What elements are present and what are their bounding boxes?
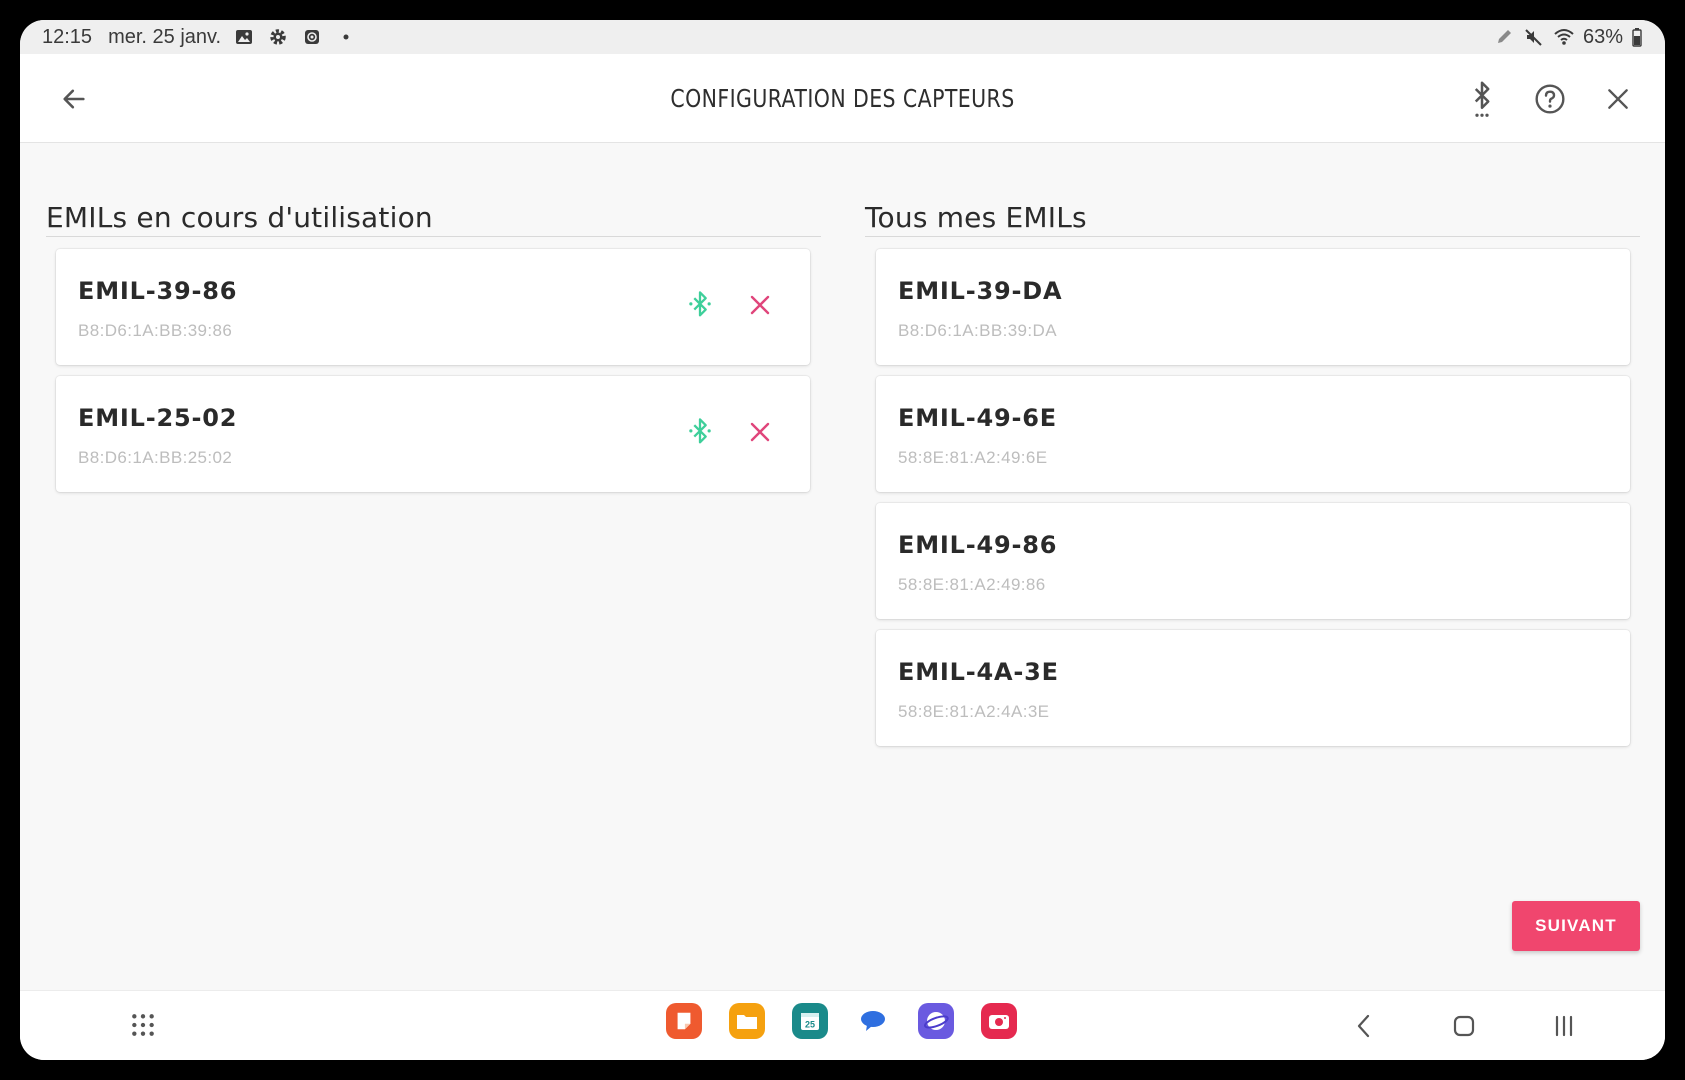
sensor-mac-address: 58:8E:81:A2:49:6E bbox=[898, 448, 1048, 467]
remove-x-icon bbox=[750, 422, 770, 442]
nav-recents-button[interactable] bbox=[1545, 1007, 1583, 1045]
arrow-left-icon bbox=[63, 89, 85, 109]
notes-app-icon[interactable] bbox=[666, 1003, 702, 1039]
in-use-item[interactable]: EMIL-25-02 B8:D6:1A:BB:25:02 bbox=[56, 376, 810, 492]
sensor-name: EMIL-4A-3E bbox=[898, 658, 1059, 686]
in-use-section-divider bbox=[46, 236, 821, 237]
app-dock: 25 bbox=[666, 1003, 1017, 1039]
next-button[interactable]: SUIVANT bbox=[1512, 901, 1640, 951]
remove-sensor-button[interactable] bbox=[742, 287, 778, 323]
more-notifications-dot-icon bbox=[335, 26, 357, 48]
sensor-name: EMIL-25-02 bbox=[78, 404, 238, 432]
apps-grid-icon bbox=[132, 1014, 154, 1036]
files-app-icon[interactable] bbox=[729, 1003, 765, 1039]
wifi-icon bbox=[1553, 26, 1575, 48]
battery-level: 63% bbox=[1582, 25, 1623, 48]
app-drawer-button[interactable] bbox=[125, 1007, 161, 1043]
bluetooth-connected-button[interactable] bbox=[682, 414, 718, 450]
bluetooth-searching-icon bbox=[1474, 81, 1490, 117]
bluetooth-scan-button[interactable] bbox=[1459, 76, 1505, 122]
internet-browser-app-icon[interactable] bbox=[918, 1003, 954, 1039]
nav-home-button[interactable] bbox=[1445, 1007, 1483, 1045]
home-square-icon bbox=[1453, 1015, 1475, 1037]
close-icon bbox=[1608, 89, 1628, 109]
sensor-mac-address: 58:8E:81:A2:49:86 bbox=[898, 575, 1046, 594]
messages-app-icon[interactable] bbox=[855, 1003, 891, 1039]
sensor-list-item[interactable]: EMIL-4A-3E 58:8E:81:A2:4A:3E bbox=[876, 630, 1630, 746]
sensor-mac-address: B8:D6:1A:BB:25:02 bbox=[78, 448, 233, 467]
battery-icon bbox=[1631, 26, 1643, 48]
calendar-day-label: 25 bbox=[805, 1020, 815, 1030]
status-time: 12:15 bbox=[42, 25, 93, 48]
recents-icon bbox=[1555, 1015, 1573, 1037]
sensor-mac-address: B8:D6:1A:BB:39:DA bbox=[898, 321, 1057, 340]
page-title: CONFIGURATION DES CAPTEURS bbox=[670, 84, 1015, 113]
sensor-name: EMIL-39-86 bbox=[78, 277, 238, 305]
app-bar: CONFIGURATION DES CAPTEURS bbox=[20, 54, 1665, 143]
remove-sensor-button[interactable] bbox=[742, 414, 778, 450]
mute-icon bbox=[1523, 26, 1545, 48]
sensor-mac-address: B8:D6:1A:BB:39:86 bbox=[78, 321, 233, 340]
all-sensors-section-divider bbox=[865, 236, 1640, 237]
bluetooth-connected-button[interactable] bbox=[682, 287, 718, 323]
sensor-list-item[interactable]: EMIL-39-DA B8:D6:1A:BB:39:DA bbox=[876, 249, 1630, 365]
pen-icon bbox=[1493, 26, 1515, 48]
nav-back-button[interactable] bbox=[1345, 1007, 1383, 1045]
help-circle-icon bbox=[1535, 84, 1565, 114]
screen: 12:15 mer. 25 janv. 63% CONFIGURATION DE… bbox=[20, 20, 1665, 1060]
camera-app-icon[interactable] bbox=[981, 1003, 1017, 1039]
settings-notification-icon bbox=[267, 26, 289, 48]
in-use-item[interactable]: EMIL-39-86 B8:D6:1A:BB:39:86 bbox=[56, 249, 810, 365]
in-use-section-title: EMILs en cours d'utilisation bbox=[46, 201, 433, 234]
bluetooth-connected-icon bbox=[689, 291, 711, 317]
close-button[interactable] bbox=[1595, 76, 1641, 122]
all-sensors-section-title: Tous mes EMILs bbox=[865, 201, 1087, 234]
help-button[interactable] bbox=[1527, 76, 1573, 122]
status-date: mer. 25 janv. bbox=[108, 25, 222, 48]
device-frame: 12:15 mer. 25 janv. 63% CONFIGURATION DE… bbox=[0, 0, 1685, 1080]
system-navigation-bar: 25 bbox=[20, 990, 1665, 1060]
sensor-name: EMIL-49-6E bbox=[898, 404, 1057, 432]
screen-recorder-notification-icon bbox=[301, 26, 323, 48]
remove-x-icon bbox=[750, 295, 770, 315]
calendar-app-icon[interactable]: 25 bbox=[792, 1003, 828, 1039]
sensor-list-item[interactable]: EMIL-49-6E 58:8E:81:A2:49:6E bbox=[876, 376, 1630, 492]
chevron-left-icon bbox=[1357, 1014, 1370, 1038]
sensor-name: EMIL-49-86 bbox=[898, 531, 1058, 559]
sensor-name: EMIL-39-DA bbox=[898, 277, 1063, 305]
sensor-list-item[interactable]: EMIL-49-86 58:8E:81:A2:49:86 bbox=[876, 503, 1630, 619]
back-button[interactable] bbox=[54, 79, 94, 119]
gallery-notification-icon bbox=[233, 26, 255, 48]
status-bar: 12:15 mer. 25 janv. 63% bbox=[20, 20, 1665, 54]
sensor-mac-address: 58:8E:81:A2:4A:3E bbox=[898, 702, 1050, 721]
bluetooth-connected-icon bbox=[689, 418, 711, 444]
